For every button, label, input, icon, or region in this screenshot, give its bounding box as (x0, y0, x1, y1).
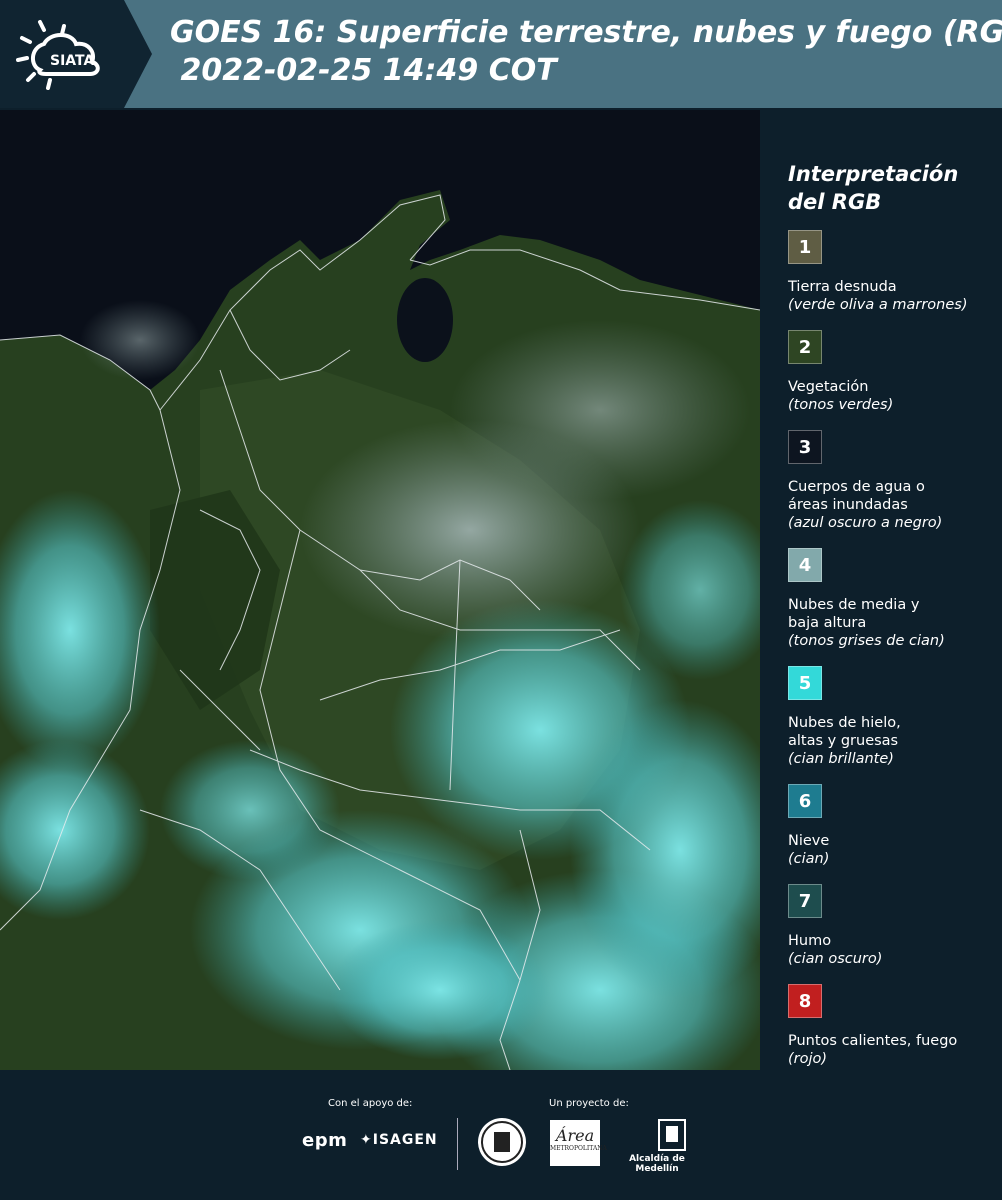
legend: Interpretación del RGB 1 Tierra desnuda (v… (788, 160, 998, 1084)
medellin-seal (478, 1118, 526, 1166)
legend-label: Puntos calientes, fuego (788, 1033, 958, 1049)
siata-logo: SIATA (0, 0, 152, 108)
title-line-2: 2022-02-25 14:49 COT (170, 53, 557, 88)
page-title: GOES 16: Superficie terrestre, nubes y f… (170, 14, 1002, 90)
legend-label: Cuerpos de agua o áreas inundadas (788, 479, 925, 513)
legend-item: 3 Cuerpos de agua o áreas inundadas (azul … (788, 430, 998, 532)
legend-item: 5 Nubes de hielo, altas y gruesas (cian br… (788, 666, 998, 768)
legend-swatch: 6 (788, 784, 822, 818)
satellite-map (0, 110, 760, 1070)
legend-label: Vegetación (788, 379, 869, 395)
legend-item: 7 Humo (cian oscuro) (788, 884, 998, 968)
legend-description: (cian brillante) (788, 751, 894, 767)
footer-divider (457, 1118, 458, 1170)
legend-item: 1 Tierra desnuda (verde oliva a marrones) (788, 230, 998, 314)
legend-swatch: 7 (788, 884, 822, 918)
legend-description: (tonos verdes) (788, 397, 894, 413)
footer: Con el apoyo de: Un proyecto de: epm ✦IS… (0, 1070, 1002, 1200)
legend-description: (cian oscuro) (788, 951, 883, 967)
legend-swatch: 3 (788, 430, 822, 464)
alcaldia-logo: Alcaldía de Medellín (612, 1118, 702, 1174)
legend-label: Nieve (788, 833, 830, 849)
legend-item: 8 Puntos calientes, fuego (rojo) (788, 984, 998, 1068)
legend-description: (tonos grises de cian) (788, 633, 945, 649)
legend-swatch: 8 (788, 984, 822, 1018)
support-label: Con el apoyo de: (328, 1098, 413, 1109)
legend-description: (rojo) (788, 1051, 828, 1067)
legend-label: Humo (788, 933, 832, 949)
legend-label: Tierra desnuda (788, 279, 897, 295)
project-label: Un proyecto de: (549, 1098, 629, 1109)
legend-item: 2 Vegetación (tonos verdes) (788, 330, 998, 414)
legend-description: (verde oliva a marrones) (788, 297, 968, 313)
legend-label: Nubes de media y baja altura (788, 597, 920, 631)
legend-label: Nubes de hielo, altas y gruesas (788, 715, 901, 749)
epm-logo: epm (302, 1130, 348, 1151)
legend-description: (cian) (788, 851, 830, 867)
legend-item: 4 Nubes de media y baja altura (tonos gris… (788, 548, 998, 650)
legend-description: (azul oscuro a negro) (788, 515, 943, 531)
legend-swatch: 1 (788, 230, 822, 264)
legend-swatch: 5 (788, 666, 822, 700)
legend-item: 6 Nieve (cian) (788, 784, 998, 868)
legend-swatch: 4 (788, 548, 822, 582)
isagen-logo: ✦ISAGEN (360, 1132, 438, 1148)
header: SIATA GOES 16: Superficie terrestre, nub… (0, 0, 1002, 108)
legend-swatch: 2 (788, 330, 822, 364)
title-line-1: GOES 16: Superficie terrestre, nubes y f… (170, 15, 1002, 50)
area-metropolitana-logo: Área METROPOLITANA (550, 1120, 607, 1166)
legend-title: Interpretación del RGB (788, 162, 959, 214)
svg-text:SIATA: SIATA (50, 53, 95, 69)
